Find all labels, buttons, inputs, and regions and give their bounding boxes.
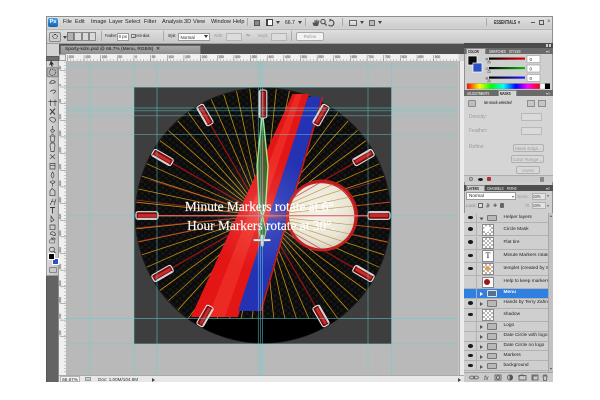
svg-text:200: 200 — [59, 147, 62, 153]
svg-text:250: 250 — [59, 164, 62, 170]
svg-text:200: 200 — [69, 55, 75, 59]
svg-text:150: 150 — [59, 130, 62, 136]
svg-text:550: 550 — [318, 55, 324, 59]
svg-text:300: 300 — [59, 180, 62, 186]
svg-text:700: 700 — [59, 314, 62, 320]
svg-text:400: 400 — [268, 55, 274, 59]
svg-text:800: 800 — [402, 55, 408, 59]
svg-text:50: 50 — [119, 55, 123, 59]
svg-text:50: 50 — [59, 66, 62, 70]
svg-text:700: 700 — [368, 55, 374, 59]
svg-text:650: 650 — [352, 55, 358, 59]
svg-text:200: 200 — [202, 55, 208, 59]
svg-text:Hour Markers rotate at 30°.: Hour Markers rotate at 30°. — [187, 218, 335, 233]
svg-text:250: 250 — [218, 55, 224, 59]
svg-text:750: 750 — [385, 55, 391, 59]
svg-text:850: 850 — [418, 55, 424, 59]
svg-text:50: 50 — [152, 55, 156, 59]
svg-text:100: 100 — [169, 55, 175, 59]
svg-text:750: 750 — [59, 330, 62, 336]
svg-text:500: 500 — [302, 55, 308, 59]
svg-text:150: 150 — [85, 55, 91, 59]
svg-text:100: 100 — [59, 114, 62, 120]
svg-text:100: 100 — [102, 55, 108, 59]
svg-text:150: 150 — [185, 55, 191, 59]
svg-text:450: 450 — [285, 55, 291, 59]
svg-text:Minute Markers rotate at 6°.: Minute Markers rotate at 6°. — [185, 199, 337, 214]
svg-text:0: 0 — [135, 55, 137, 59]
svg-text:fx: fx — [484, 376, 490, 381]
svg-text:350: 350 — [252, 55, 258, 59]
svg-text:0: 0 — [59, 84, 62, 86]
svg-text:500: 500 — [59, 247, 62, 253]
svg-text:B: B — [486, 75, 489, 80]
svg-text:350: 350 — [59, 197, 62, 203]
svg-text:450: 450 — [59, 230, 62, 236]
svg-text:600: 600 — [59, 280, 62, 286]
svg-text:550: 550 — [59, 264, 62, 270]
svg-text:650: 650 — [59, 297, 62, 303]
svg-text:G: G — [486, 65, 489, 70]
svg-text:300: 300 — [235, 55, 241, 59]
svg-text:900: 900 — [435, 55, 441, 59]
svg-text:400: 400 — [59, 214, 62, 220]
svg-text:R: R — [486, 56, 489, 61]
svg-text:600: 600 — [335, 55, 341, 59]
svg-text:50: 50 — [59, 99, 62, 103]
